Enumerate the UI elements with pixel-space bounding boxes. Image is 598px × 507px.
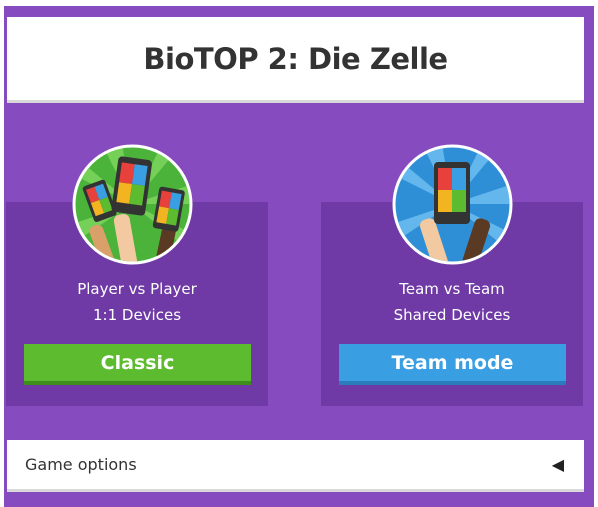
player-vs-player-icon xyxy=(72,144,193,265)
classic-mode-title: Player vs Player xyxy=(77,280,197,298)
team-mode-description: Team vs Team Shared Devices xyxy=(321,276,583,328)
classic-button[interactable]: Classic xyxy=(24,344,251,385)
page-frame: BioTOP 2: Die Zelle Player vs Player 1:1… xyxy=(0,0,598,507)
caret-left-icon: ◀ xyxy=(551,455,564,474)
game-options-toggle[interactable]: Game options ◀ xyxy=(7,440,584,492)
classic-mode-description: Player vs Player 1:1 Devices xyxy=(6,276,268,328)
team-mode-subtitle: Shared Devices xyxy=(393,306,511,324)
title-card: BioTOP 2: Die Zelle xyxy=(7,17,584,103)
team-vs-team-icon xyxy=(392,144,513,265)
team-mode-title: Team vs Team xyxy=(399,280,505,298)
team-mode-button[interactable]: Team mode xyxy=(339,344,566,385)
classic-mode-subtitle: 1:1 Devices xyxy=(92,306,182,324)
game-options-label: Game options xyxy=(25,455,137,474)
page-title: BioTOP 2: Die Zelle xyxy=(143,41,448,76)
